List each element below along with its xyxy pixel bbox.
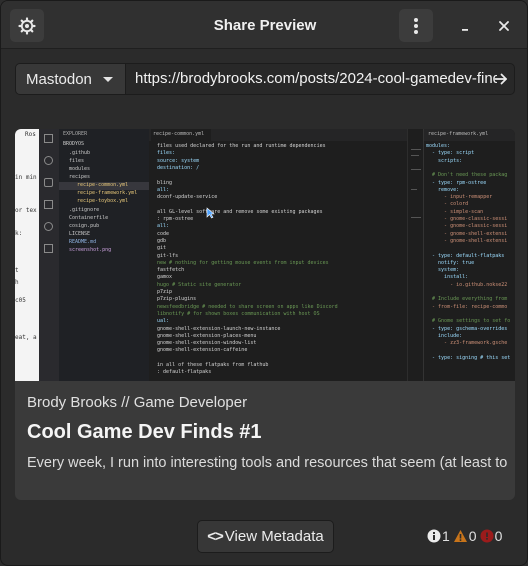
info-count: 1	[442, 528, 450, 544]
info-icon	[427, 529, 441, 543]
code-line: - from-file: recipe-commo	[426, 303, 508, 310]
share-preview-window: Share Preview Mastodon https://brodybroo…	[0, 0, 528, 566]
card-image: Ros in min or tex k: t h c05 eat, a EXPL	[15, 129, 515, 381]
code-line: - gnome-shell-extensi	[426, 237, 508, 244]
cursor-icon	[206, 207, 215, 219]
code-line: - io.github.nokse22	[426, 281, 508, 288]
editor-panel: recipe-common.yml files used declared fo…	[149, 129, 407, 381]
error-icon	[480, 529, 494, 543]
explorer-panel: EXPLORER BRODYOS .github files modules r…	[59, 129, 149, 381]
card-description: Every week, I run into interesting tools…	[27, 455, 507, 471]
warning-stat: 0	[453, 528, 477, 544]
info-stat: 1	[427, 528, 450, 544]
minimize-button[interactable]	[448, 9, 482, 42]
main-menu-button[interactable]	[399, 9, 433, 42]
code-line: scripts:	[426, 157, 463, 164]
activity-bar	[39, 129, 59, 381]
warning-icon	[453, 530, 467, 542]
url-input[interactable]: https://brodybrooks.com/posts/2024-cool-…	[127, 64, 497, 94]
settings-button[interactable]	[10, 9, 44, 42]
platform-label: Mastodon	[26, 70, 92, 88]
kebab-menu-icon	[414, 17, 418, 34]
code-line: gnome-shell-extension-caffeine	[151, 347, 248, 354]
url-entry-row: Mastodon https://brodybrooks.com/posts/2…	[15, 63, 515, 95]
minimize-icon	[462, 28, 468, 31]
log-summary[interactable]: 1 0 0	[427, 527, 505, 545]
card-title: Cool Game Dev Finds #1	[27, 421, 262, 443]
header-bar: Share Preview	[1, 1, 527, 49]
close-icon	[499, 20, 509, 31]
code-line: - zz3-framework.gsche	[426, 340, 508, 347]
code-line: - type: signing # this set	[426, 354, 511, 361]
gear-icon	[18, 16, 36, 35]
code-icon: <>	[207, 528, 224, 545]
warning-count: 0	[468, 528, 477, 544]
card-author: Brody Brooks // Game Developer	[27, 394, 248, 411]
platform-dropdown[interactable]: Mastodon	[16, 64, 126, 94]
code-line: dconf-update-service	[151, 194, 218, 201]
code-line: libnotify # for shown boxes communicatio…	[151, 310, 320, 317]
close-button[interactable]	[487, 9, 521, 42]
right-editor-panel: recipe-framework.yml modules: - type: sc…	[423, 129, 515, 381]
code-line: : default-flatpaks	[151, 369, 212, 376]
error-stat: 0	[480, 528, 503, 544]
error-count: 0	[494, 528, 503, 544]
code-line: destination: /	[151, 164, 200, 171]
go-button[interactable]	[487, 64, 514, 94]
code-line: files used declared for the run and runt…	[151, 143, 326, 149]
view-metadata-button[interactable]: <> View Metadata	[197, 520, 334, 553]
chevron-down-icon	[103, 77, 113, 82]
preview-card[interactable]: Ros in min or tex k: t h c05 eat, a EXPL	[15, 129, 515, 500]
arrow-right-icon	[494, 73, 507, 85]
view-metadata-label: View Metadata	[224, 528, 324, 545]
minimap	[407, 129, 423, 381]
